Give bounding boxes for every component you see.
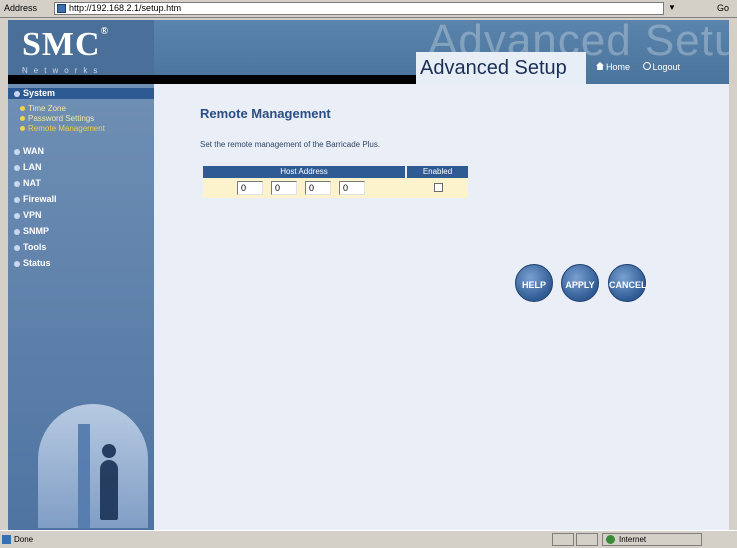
sidebar-subitem-time-zone[interactable]: Time Zone: [20, 104, 66, 113]
header-bar: [8, 75, 418, 84]
page-done-icon: [2, 535, 11, 544]
section-description: Set the remote management of the Barrica…: [200, 140, 381, 149]
sidebar-subitem-password-settings[interactable]: Password Settings: [20, 114, 94, 123]
status-text: Done: [14, 535, 34, 544]
table-row: 0 0 0 0: [203, 178, 468, 198]
bullet-icon: [14, 164, 20, 171]
sidebar-item-wan[interactable]: WAN: [14, 146, 44, 156]
security-zone: Internet: [602, 533, 702, 546]
col-header-enabled: Enabled: [407, 166, 468, 178]
section-title: Remote Management: [200, 106, 331, 121]
logout-icon: [642, 62, 651, 70]
url-field[interactable]: http://192.168.2.1/setup.htm: [54, 2, 664, 15]
go-button[interactable]: Go: [717, 3, 729, 13]
home-link[interactable]: Home: [596, 62, 630, 72]
enabled-checkbox[interactable]: [434, 183, 443, 192]
col-header-host-address: Host Address: [203, 166, 405, 178]
bullet-icon: [20, 126, 25, 132]
sidebar-item-system[interactable]: System: [14, 88, 55, 98]
address-label: Address: [4, 3, 38, 13]
bullet-icon: [14, 196, 20, 203]
page-icon: [57, 4, 66, 13]
sidebar-item-nat[interactable]: NAT: [14, 178, 41, 188]
page-title-box: Advanced Setup: [416, 52, 586, 84]
sidebar-item-vpn[interactable]: VPN: [14, 210, 42, 220]
ip-octet-3-input[interactable]: 0: [305, 181, 331, 195]
sidebar-item-snmp[interactable]: SNMP: [14, 226, 49, 236]
sidebar-subitem-remote-management[interactable]: Remote Management: [20, 124, 105, 133]
sidebar-item-firewall[interactable]: Firewall: [14, 194, 57, 204]
top-links: Home Logout: [596, 62, 690, 72]
bullet-icon: [14, 90, 20, 97]
browser-status-bar: Done Internet: [0, 530, 737, 548]
logo-text: SMC: [22, 26, 101, 63]
person-shape: [100, 460, 118, 520]
logo-registered: ®: [100, 26, 110, 37]
ip-octet-4-input[interactable]: 0: [339, 181, 365, 195]
sidebar-item-lan[interactable]: LAN: [14, 162, 42, 172]
logo-subtitle: Networks: [22, 66, 104, 75]
sidebar: System Time Zone Password Settings Remot…: [8, 84, 154, 530]
ip-octet-1-input[interactable]: 0: [237, 181, 263, 195]
remote-management-table: Host Address Enabled 0 0 0 0: [203, 166, 468, 198]
status-segment: [552, 533, 574, 546]
url-text: http://192.168.2.1/setup.htm: [69, 3, 182, 13]
bullet-icon: [14, 212, 20, 219]
bullet-icon: [20, 106, 25, 112]
bullet-icon: [14, 260, 20, 267]
doorway-shape: [78, 424, 90, 528]
home-icon: [596, 62, 604, 70]
bullet-icon: [14, 228, 20, 235]
bullet-icon: [14, 180, 20, 187]
help-button[interactable]: HELP: [515, 264, 553, 302]
sidebar-illustration: [38, 404, 148, 528]
address-bar: Address http://192.168.2.1/setup.htm ▼ G…: [0, 0, 737, 18]
ip-octet-2-input[interactable]: 0: [271, 181, 297, 195]
bullet-icon: [20, 116, 25, 122]
bullet-icon: [14, 148, 20, 155]
main-content: Remote Management Set the remote managem…: [154, 84, 729, 530]
chevron-down-icon[interactable]: ▼: [668, 3, 676, 12]
status-segment: [576, 533, 598, 546]
page-header: SMC® Networks Advanced Setup Advanced Se…: [8, 20, 729, 84]
apply-button[interactable]: APPLY: [561, 264, 599, 302]
page-title: Advanced Setup: [420, 57, 567, 79]
sidebar-item-status[interactable]: Status: [14, 258, 51, 268]
logout-link[interactable]: Logout: [642, 62, 680, 72]
cancel-button[interactable]: CANCEL: [608, 264, 647, 302]
sidebar-item-tools[interactable]: Tools: [14, 242, 46, 252]
bullet-icon: [14, 244, 20, 251]
globe-icon: [606, 535, 615, 544]
person-head-shape: [102, 444, 116, 458]
